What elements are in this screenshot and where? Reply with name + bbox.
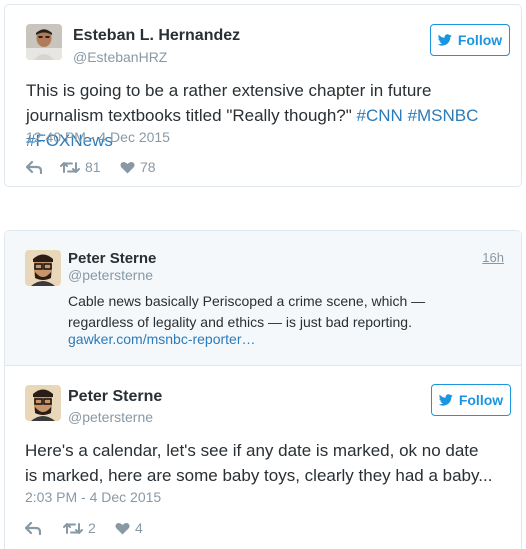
- reply-icon: [26, 160, 42, 174]
- retweet-count: 81: [85, 159, 101, 175]
- hashtag-msnbc[interactable]: #MSNBC: [408, 106, 479, 125]
- reply-button[interactable]: [26, 160, 60, 174]
- tweet-actions: 81 78: [26, 159, 156, 175]
- retweet-button[interactable]: 81: [60, 159, 120, 175]
- quoted-display-name[interactable]: Peter Sterne: [68, 250, 156, 267]
- quoted-avatar[interactable]: [25, 250, 61, 286]
- avatar[interactable]: [26, 24, 62, 60]
- follow-button[interactable]: Follow: [430, 24, 510, 56]
- reply-button[interactable]: [25, 521, 63, 535]
- hashtag-cnn[interactable]: #CNN: [357, 106, 403, 125]
- heart-icon: [115, 522, 130, 534]
- heart-icon: [120, 161, 135, 173]
- retweet-icon: [60, 161, 80, 173]
- bird-icon: [438, 394, 453, 406]
- retweet-icon: [63, 522, 83, 534]
- follow-button[interactable]: Follow: [431, 384, 511, 416]
- like-count: 4: [135, 520, 143, 536]
- quoted-tweet-link[interactable]: gawker.com/msnbc-reporter…: [68, 331, 256, 347]
- like-count: 78: [140, 159, 156, 175]
- tweet-text: Here's a calendar, let's see if any date…: [25, 441, 493, 485]
- tweet-card-esteban: Esteban L. Hernandez @EstebanHRZ Follow …: [4, 4, 522, 187]
- avatar[interactable]: [25, 385, 61, 421]
- reply-icon: [25, 521, 41, 535]
- user-handle[interactable]: @petersterne: [68, 409, 153, 425]
- user-handle[interactable]: @EstebanHRZ: [73, 49, 167, 65]
- quoted-relative-time[interactable]: 16h: [482, 250, 504, 265]
- like-button[interactable]: 4: [115, 520, 143, 536]
- like-button[interactable]: 78: [120, 159, 156, 175]
- follow-label: Follow: [457, 32, 503, 48]
- quoted-user-handle[interactable]: @petersterne: [68, 267, 153, 283]
- quoted-tweet-text: Cable news basically Periscoped a crime …: [68, 293, 426, 330]
- retweet-button[interactable]: 2: [63, 520, 115, 536]
- display-name[interactable]: Esteban L. Hernandez: [73, 27, 240, 45]
- tweet-timestamp[interactable]: 12:40 PM - 4 Dec 2015: [26, 129, 170, 145]
- display-name[interactable]: Peter Sterne: [68, 388, 162, 406]
- bird-icon: [437, 34, 452, 46]
- tweet-timestamp[interactable]: 2:03 PM - 4 Dec 2015: [25, 489, 161, 505]
- tweet-actions: 2 4: [25, 520, 143, 536]
- retweet-count: 2: [88, 520, 96, 536]
- follow-label: Follow: [458, 392, 504, 408]
